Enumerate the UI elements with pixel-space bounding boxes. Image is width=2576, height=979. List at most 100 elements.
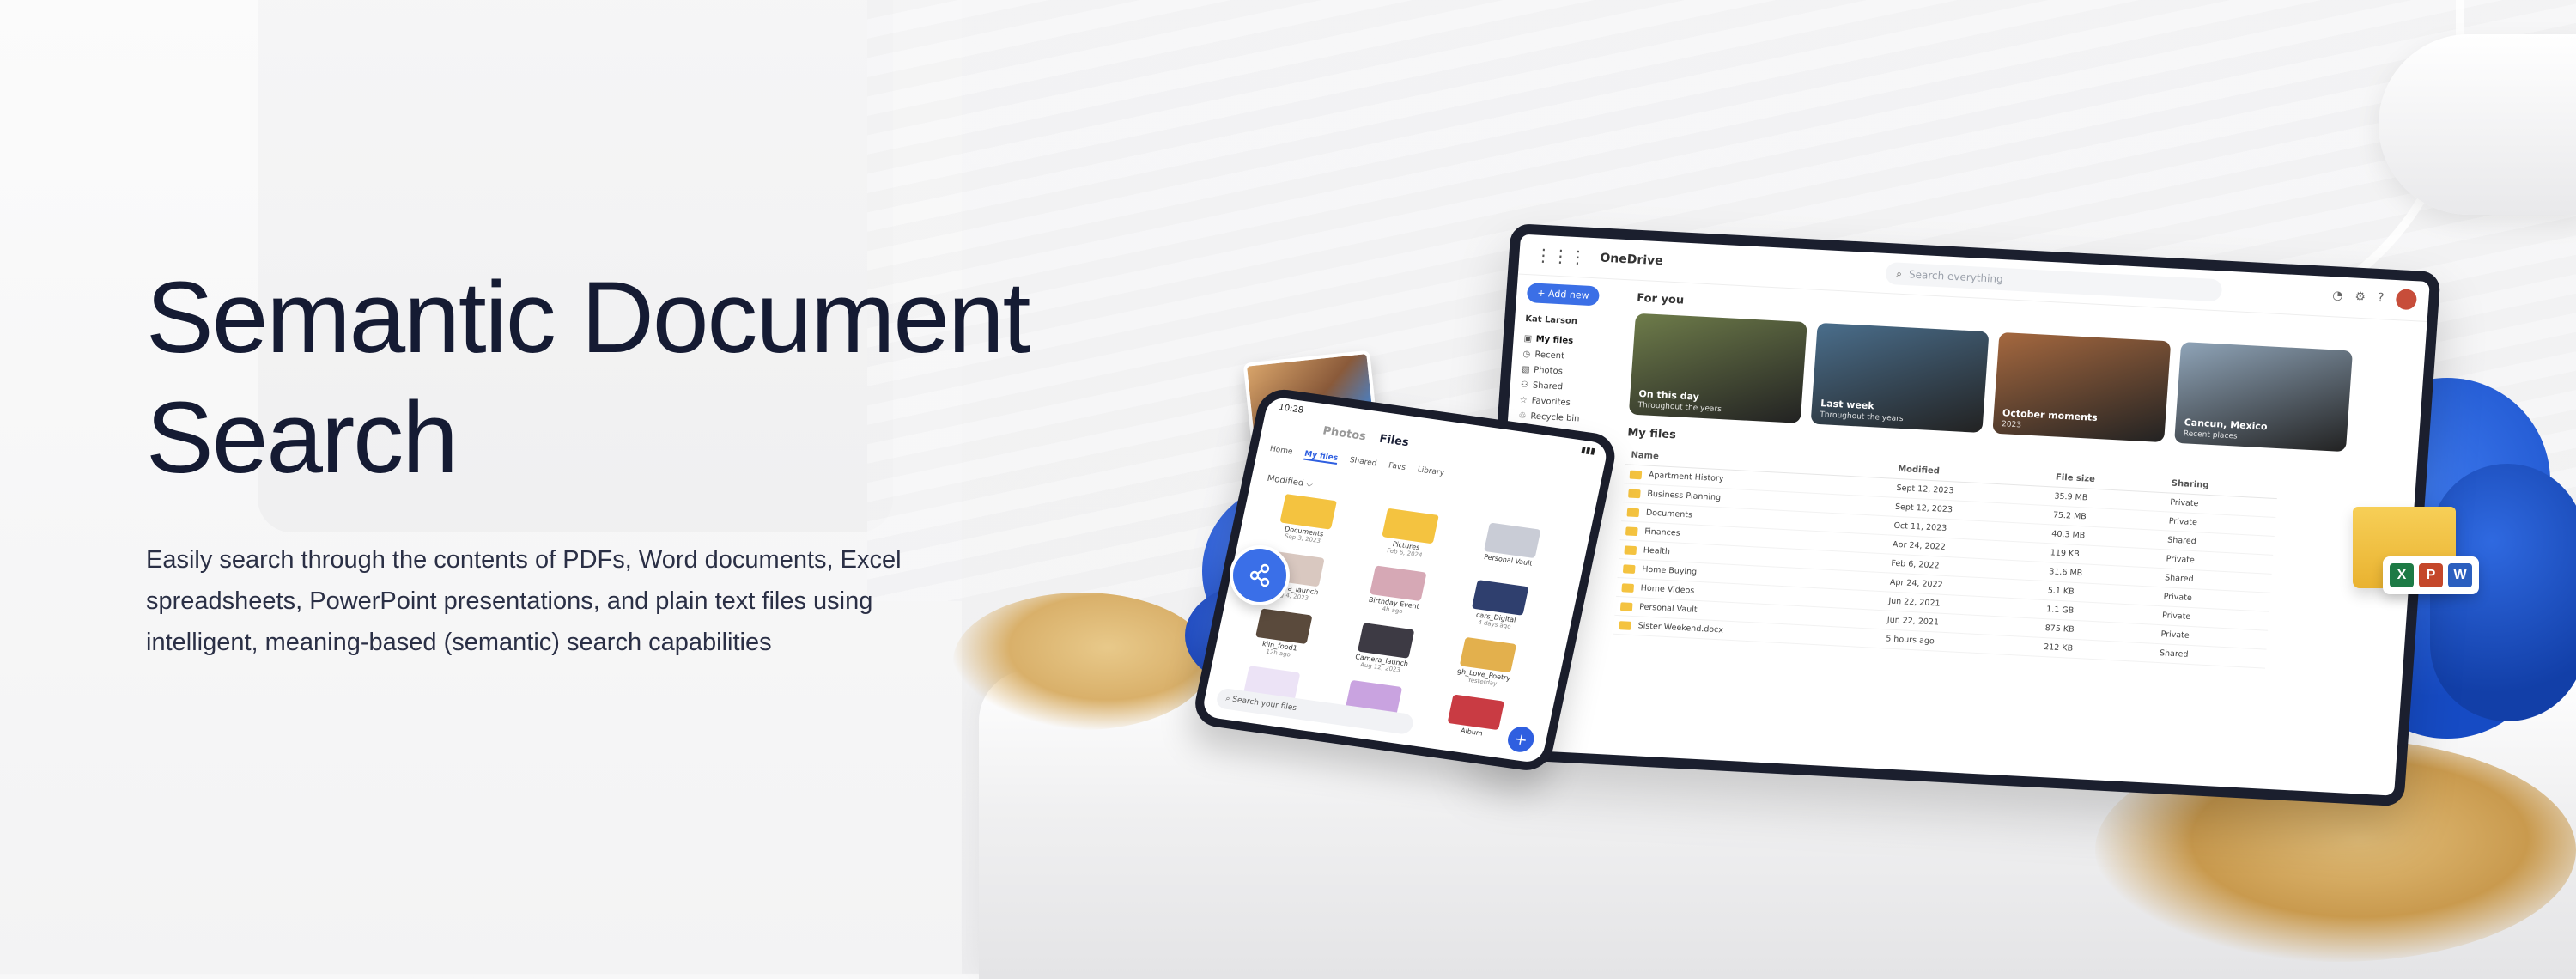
file-tile[interactable]: Birthday Event 4h ago	[1344, 562, 1448, 626]
cell-text: Apr 24, 2022	[1892, 539, 1947, 552]
folder-icon	[1619, 620, 1632, 630]
office-app-icon: X	[2390, 563, 2414, 587]
office-app-icon: W	[2448, 563, 2472, 587]
folder-icon	[1629, 470, 1643, 479]
memory-card[interactable]: Last week Throughout the years	[1810, 322, 1990, 433]
thumbnail	[1255, 608, 1313, 645]
cell-text: Finances	[1643, 526, 1680, 538]
memory-card-title: Last week	[1820, 398, 1875, 412]
file-tile[interactable]: kiln_food1 12h ago	[1230, 605, 1334, 669]
folder-icon	[1619, 601, 1633, 611]
file-tile[interactable]: Personal Vault	[1458, 520, 1562, 583]
trash-icon: ♲	[1518, 410, 1527, 421]
app-launcher-icon[interactable]: ⋮⋮⋮	[1534, 245, 1588, 268]
memory-card-title: On this day	[1638, 388, 1700, 403]
cell-text: Shared	[2166, 535, 2197, 547]
sidebar-item-label: Recycle bin	[1530, 410, 1580, 423]
avatar[interactable]	[2395, 289, 2418, 311]
memory-card[interactable]: Cancun, Mexico Recent places	[2174, 342, 2354, 453]
cell-text: Sept 12, 2023	[1896, 483, 1954, 496]
onedrive-main: For you On this day Throughout the years L…	[1605, 292, 2418, 795]
phone-nav: Home My files Shared Favs Library	[1269, 445, 1445, 479]
sidebar-item-label: My files	[1535, 334, 1574, 346]
cell-text: Feb 6, 2022	[1891, 558, 1940, 571]
thumbnail	[1459, 636, 1517, 673]
cell-text: Apr 24, 2022	[1889, 577, 1943, 590]
files-table: Name Modified File size Sharing Apartment H…	[1613, 446, 2279, 669]
cell-text: 35.9 MB	[2054, 491, 2088, 503]
topbar-actions: ◔ ⚙ ?	[2331, 285, 2418, 311]
cell-text: Sister Weekend.docx	[1637, 621, 1724, 635]
cell-text: 875 KB	[2044, 623, 2075, 635]
folder-icon	[1621, 582, 1635, 593]
cell-text: Personal Vault	[1638, 602, 1698, 615]
add-new-button[interactable]: + Add new	[1526, 283, 1601, 307]
file-tile[interactable]: gh_Love_Poetry Yesterday	[1434, 634, 1538, 697]
folder-icon	[1626, 507, 1640, 517]
memory-card[interactable]: On this day Throughout the years	[1628, 313, 1807, 423]
cell-text: Private	[2169, 497, 2199, 509]
sidebar-item-label: Shared	[1532, 380, 1564, 392]
cell-text: Shared	[2164, 573, 2194, 585]
tab-photos[interactable]: Photos	[1321, 424, 1367, 443]
thumbnail	[1471, 580, 1529, 616]
file-tile[interactable]: Camera_launch Aug 12, 2023	[1332, 620, 1436, 684]
cell-text: Shared	[2159, 648, 2189, 660]
thumbnail	[1370, 565, 1427, 602]
phone-nav-item[interactable]: Favs	[1388, 461, 1406, 474]
clock-icon: ◷	[1522, 349, 1531, 359]
folder-icon	[1279, 494, 1337, 530]
file-tile[interactable]: Pictures Feb 6, 2024	[1356, 505, 1460, 569]
folder-icon	[1622, 563, 1636, 574]
phone-time: 10:28	[1278, 403, 1304, 416]
cell-text: 5 hours ago	[1885, 634, 1935, 647]
cell-text: Home Buying	[1641, 564, 1698, 577]
cell-text: Jun 22, 2021	[1886, 615, 1940, 628]
phone-nav-item[interactable]: Library	[1416, 465, 1445, 479]
phone-nav-item[interactable]: Shared	[1348, 456, 1377, 470]
thumbnail	[1484, 522, 1541, 559]
sort-label[interactable]: Modified ⌵	[1267, 474, 1314, 490]
cell-text: 75.2 MB	[2052, 510, 2087, 522]
memory-card-subtitle: Throughout the years	[1819, 410, 1904, 424]
cell-text: Sept 12, 2023	[1894, 502, 1953, 515]
file-tile[interactable]: cars_Digital 4 days ago	[1446, 577, 1550, 641]
cell-text: Business Planning	[1647, 489, 1722, 503]
thumbnail	[1447, 694, 1505, 731]
cell-text: 5.1 KB	[2047, 586, 2075, 597]
signal-icon: ▮▮▮	[1580, 445, 1596, 457]
cell-text: Apartment History	[1648, 470, 1724, 484]
help-icon[interactable]: ?	[2377, 291, 2385, 305]
cell-text: Private	[2166, 554, 2196, 566]
search-input[interactable]: ⌕ Search everything	[1885, 261, 2223, 302]
folder-icon: ▣	[1523, 333, 1533, 344]
phone-nav-item[interactable]: Home	[1269, 445, 1293, 458]
cell-text: Private	[2161, 611, 2191, 622]
phone-nav-item[interactable]: My files	[1303, 449, 1340, 465]
laptop-screen: ⋮⋮⋮ OneDrive ⌕ Search everything ◔ ⚙ ? +…	[1473, 223, 2441, 807]
thumbnail	[1357, 623, 1415, 659]
cell-text: 119 KB	[2050, 548, 2081, 560]
cell-text: Private	[2168, 516, 2198, 528]
tab-files[interactable]: Files	[1378, 433, 1410, 449]
memory-card-subtitle: Throughout the years	[1637, 400, 1722, 415]
page-description: Easily search through the contents of PD…	[146, 546, 902, 656]
cell-text: Oct 11, 2023	[1893, 520, 1947, 533]
gear-icon[interactable]: ⚙	[2354, 290, 2366, 305]
memory-card[interactable]: October moments 2023	[1992, 331, 2172, 443]
cell-text: 31.6 MB	[2048, 567, 2083, 579]
office-app-icon: P	[2419, 563, 2443, 587]
bell-icon[interactable]: ◔	[2332, 289, 2343, 303]
cell-text: 40.3 MB	[2050, 529, 2086, 541]
memory-card-subtitle: Recent places	[2183, 429, 2238, 441]
cell-text: Private	[2160, 629, 2190, 641]
search-icon: ⌕	[1895, 267, 1903, 280]
star-icon: ☆	[1519, 395, 1528, 405]
people-icon: ⚇	[1520, 380, 1529, 390]
share-glyph	[1249, 563, 1270, 587]
user-name: Kat Larson	[1524, 314, 1578, 327]
folder-icon	[1624, 544, 1637, 555]
file-tile[interactable]: Documents Sep 3, 2023	[1254, 491, 1358, 555]
memory-card-subtitle: 2023	[2001, 420, 2022, 430]
cell-text: Home Videos	[1640, 583, 1695, 596]
